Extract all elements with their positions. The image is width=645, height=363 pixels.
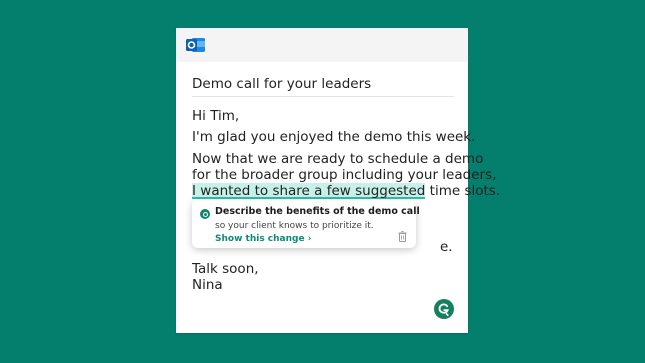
- trash-icon[interactable]: [398, 231, 407, 242]
- signoff-text: Talk soon,: [192, 261, 259, 277]
- body-line-4-rest: time slots.: [425, 183, 501, 199]
- outlook-icon: [186, 38, 205, 52]
- email-subject: Demo call for your leaders: [192, 76, 372, 92]
- body-line-4: I wanted to share a few suggested time s…: [192, 183, 500, 199]
- grammarly-button[interactable]: [434, 299, 454, 319]
- grammarly-icon: [200, 209, 210, 219]
- suggestion-body-text: so your client knows to prioritize it.: [215, 221, 374, 231]
- title-bar: [176, 28, 468, 62]
- body-line-2: Now that we are ready to schedule a demo: [192, 151, 484, 167]
- grammarly-icon: [438, 303, 449, 317]
- show-change-link[interactable]: Show this change ›: [215, 234, 311, 244]
- suggestion-body: so your client knows to prioritize it. S…: [215, 220, 385, 246]
- suggestion-card[interactable]: Describe the benefits of the demo call s…: [192, 200, 420, 248]
- body-line-3: for the broader group including your lea…: [192, 167, 497, 183]
- greeting-text: Hi Tim,: [192, 108, 240, 124]
- suggestion-title: Describe the benefits of the demo call: [215, 206, 420, 217]
- signature-text: Nina: [192, 277, 223, 293]
- email-window: Demo call for your leaders Hi Tim, I'm g…: [176, 28, 500, 333]
- suggestion-highlight[interactable]: I wanted to share a few suggested: [192, 183, 426, 199]
- body-line-5-end: e.: [440, 239, 453, 255]
- body-line-1: I'm glad you enjoyed the demo this week.: [192, 129, 476, 145]
- subject-divider: [192, 96, 454, 97]
